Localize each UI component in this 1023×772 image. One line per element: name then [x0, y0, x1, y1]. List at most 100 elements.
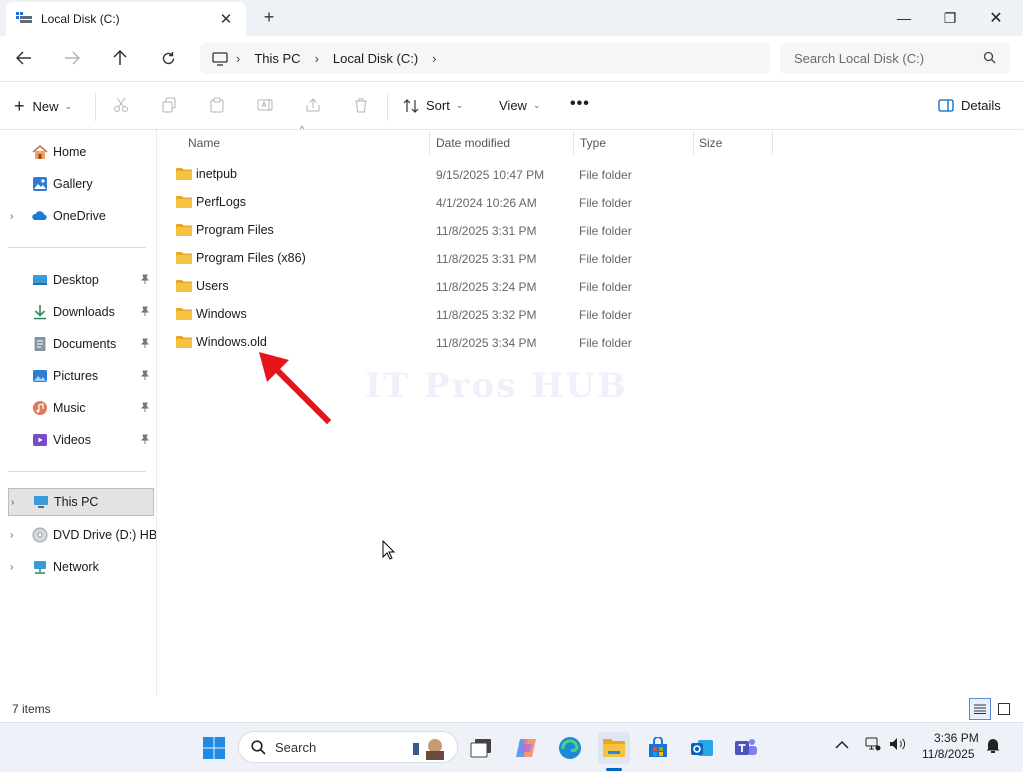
table-row[interactable]: inetpub 9/15/2025 10:47 PM File folder — [166, 160, 766, 188]
pin-icon[interactable] — [140, 338, 150, 351]
pin-icon[interactable] — [140, 306, 150, 319]
table-row[interactable]: PerfLogs 4/1/2024 10:26 AM File folder — [166, 188, 766, 216]
show-hidden-icons-button[interactable] — [835, 737, 849, 753]
minimize-button[interactable]: — — [881, 6, 927, 30]
view-button[interactable]: View ⌄ — [499, 98, 541, 113]
taskbar-search-box[interactable]: Search — [238, 731, 458, 763]
details-view-button[interactable] — [969, 698, 991, 720]
sort-icon — [403, 98, 419, 113]
forward-button[interactable] — [58, 46, 86, 70]
copilot-button[interactable] — [510, 732, 542, 764]
task-view-icon — [470, 739, 491, 758]
sidebar-item-gallery[interactable]: Gallery — [0, 170, 156, 198]
cut-icon[interactable] — [111, 97, 131, 117]
desktop-icon — [33, 275, 47, 285]
start-button[interactable] — [198, 732, 230, 764]
sidebar-item-network[interactable]: › Network — [0, 553, 156, 581]
pin-icon[interactable] — [140, 370, 150, 383]
more-options-button[interactable]: ••• — [570, 95, 590, 113]
column-header-type[interactable]: Type — [572, 131, 694, 155]
sidebar-item-pictures[interactable]: Pictures — [0, 362, 156, 390]
tiles-view-icon — [998, 703, 1010, 715]
pin-icon[interactable] — [140, 274, 150, 287]
tiles-view-button[interactable] — [993, 698, 1015, 720]
table-row[interactable]: Program Files 11/8/2025 3:31 PM File fol… — [166, 216, 766, 244]
sort-label: Sort — [426, 98, 450, 113]
gallery-icon — [33, 177, 47, 191]
outlook-button[interactable] — [686, 732, 718, 764]
column-header-name[interactable]: Name — [180, 131, 430, 155]
pin-icon[interactable] — [140, 402, 150, 415]
file-date-modified: 11/8/2025 3:31 PM — [436, 252, 537, 266]
breadcrumb-separator[interactable]: › — [432, 51, 436, 66]
sidebar-item-desktop[interactable]: Desktop — [0, 266, 156, 294]
expand-chevron-icon[interactable]: › — [10, 530, 13, 541]
sidebar-item-onedrive[interactable]: › OneDrive — [0, 202, 156, 230]
up-arrow-icon — [113, 50, 127, 65]
close-window-button[interactable]: ✕ — [973, 6, 1019, 30]
expand-chevron-icon[interactable]: › — [11, 497, 14, 508]
notifications-icon[interactable] — [985, 737, 1001, 756]
table-row[interactable]: Windows 11/8/2025 3:32 PM File folder — [166, 300, 766, 328]
sidebar-item-home[interactable]: Home — [0, 138, 156, 166]
address-bar[interactable]: › This PC › Local Disk (C:) › — [200, 43, 770, 74]
file-explorer-button[interactable] — [598, 732, 630, 764]
file-type: File folder — [579, 280, 632, 294]
file-type: File folder — [579, 308, 632, 322]
expand-chevron-icon[interactable]: › — [10, 211, 13, 222]
annotation-arrow-icon — [259, 352, 332, 425]
table-row[interactable]: Users 11/8/2025 3:24 PM File folder — [166, 272, 766, 300]
clock-time[interactable]: 3:36 PM — [934, 731, 979, 745]
sidebar-item-this-pc[interactable]: › This PC — [8, 488, 154, 516]
toolbar-divider — [387, 93, 388, 121]
search-placeholder: Search Local Disk (C:) — [794, 51, 925, 66]
taskbar-search-label: Search — [275, 739, 317, 755]
downloads-icon — [34, 305, 46, 320]
search-highlight-icon — [413, 739, 444, 760]
documents-icon — [34, 337, 46, 351]
sidebar-item-music[interactable]: Music — [0, 394, 156, 422]
sidebar-item-documents[interactable]: Documents — [0, 330, 156, 358]
explorer-tab[interactable]: Local Disk (C:) ✕ — [6, 2, 246, 36]
breadcrumb-this-pc[interactable]: This PC — [254, 51, 300, 66]
videos-icon — [33, 434, 47, 446]
pin-icon[interactable] — [140, 434, 150, 447]
up-button[interactable] — [106, 46, 134, 70]
rename-icon[interactable] — [255, 97, 275, 117]
file-type: File folder — [579, 252, 632, 266]
table-row[interactable]: Program Files (x86) 11/8/2025 3:31 PM Fi… — [166, 244, 766, 272]
view-label: View — [499, 98, 527, 113]
paste-icon[interactable] — [207, 97, 227, 117]
home-icon — [32, 145, 48, 159]
search-input[interactable]: Search Local Disk (C:) — [780, 43, 1010, 74]
expand-chevron-icon[interactable]: › — [10, 562, 13, 573]
sidebar-item-videos[interactable]: Videos — [0, 426, 156, 454]
breadcrumb-local-disk[interactable]: Local Disk (C:) — [333, 51, 418, 66]
maximize-button[interactable]: ❐ — [927, 6, 973, 30]
volume-icon[interactable] — [889, 737, 907, 754]
title-bar: Local Disk (C:) ✕ + — ❐ ✕ — [0, 0, 1023, 36]
column-header-size[interactable]: Size — [691, 131, 773, 155]
back-button[interactable] — [10, 46, 38, 70]
sidebar-item-label: Pictures — [53, 369, 99, 383]
sort-button[interactable]: Sort ⌄ — [403, 98, 463, 113]
column-header-date-modified[interactable]: Date modified — [428, 131, 574, 155]
new-button[interactable]: + New ⌄ — [14, 96, 72, 117]
copy-icon[interactable] — [159, 97, 179, 117]
task-view-button[interactable] — [465, 732, 497, 764]
sidebar-item-downloads[interactable]: Downloads — [0, 298, 156, 326]
microsoft-store-button[interactable] — [642, 732, 674, 764]
share-icon[interactable] — [303, 97, 323, 117]
search-icon — [983, 51, 996, 64]
refresh-button[interactable] — [154, 46, 182, 70]
teams-button[interactable] — [730, 732, 762, 764]
network-status-icon[interactable] — [865, 737, 881, 754]
details-pane-button[interactable]: Details — [938, 98, 1001, 113]
sidebar-item-label: Videos — [53, 433, 91, 447]
clock-date[interactable]: 11/8/2025 — [922, 747, 975, 761]
new-tab-button[interactable]: + — [260, 7, 278, 28]
delete-icon[interactable] — [351, 97, 371, 117]
edge-browser-button[interactable] — [554, 732, 586, 764]
sidebar-item-dvd-drive[interactable]: › DVD Drive (D:) HBC — [0, 521, 156, 549]
close-tab-icon[interactable]: ✕ — [218, 10, 234, 28]
